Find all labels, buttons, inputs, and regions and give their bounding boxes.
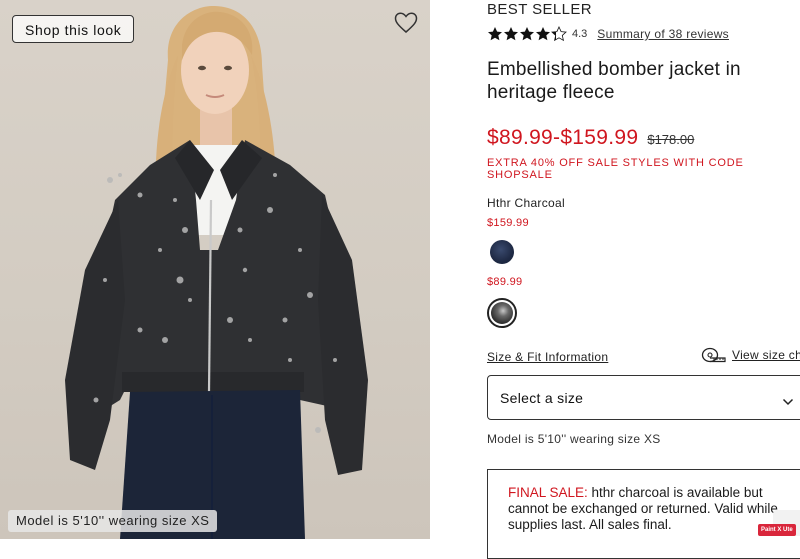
best-seller-badge: BEST SELLER	[487, 1, 593, 18]
model-size-caption: Model is 5'10'' wearing size XS	[8, 510, 218, 532]
swatch-price-navy: $159.99	[487, 217, 529, 229]
color-swatch-charcoal-selected[interactable]	[487, 298, 517, 328]
final-sale-text: FINAL SALE: hthr charcoal is available b…	[508, 485, 790, 533]
model-illustration	[65, 5, 368, 539]
measuring-tape-icon	[701, 347, 727, 363]
size-select-label: Select a size	[500, 390, 584, 406]
final-sale-notice: FINAL SALE: hthr charcoal is available b…	[487, 469, 800, 559]
size-chart-link-group[interactable]: View size chart	[701, 347, 800, 363]
rating-row: 4.3 Summary of 38 reviews	[487, 25, 729, 43]
product-image[interactable]: Shop this look Model is 5'10'' wearing s…	[0, 0, 430, 539]
sale-price-range: $89.99-$159.99	[487, 126, 639, 149]
shop-this-look-button[interactable]: Shop this look	[12, 15, 135, 43]
promo-message: EXTRA 40% OFF SALE STYLES WITH CODE SHOP…	[487, 157, 744, 181]
product-title: Embellished bomber jacket in heritage fl…	[487, 59, 741, 103]
final-sale-label: FINAL SALE:	[508, 485, 588, 500]
selected-color-label: Hthr Charcoal	[487, 196, 565, 210]
star-rating-icon	[487, 26, 569, 42]
price-row: $89.99-$159.99 $178.00	[487, 126, 694, 150]
wishlist-heart-icon[interactable]	[394, 12, 418, 34]
color-swatch-navy[interactable]	[490, 240, 514, 264]
view-size-chart-link[interactable]: View size chart	[732, 348, 800, 362]
original-price: $178.00	[647, 132, 695, 147]
paint-x-badge[interactable]: Paint X Ute	[758, 524, 796, 536]
reviews-summary-link[interactable]: Summary of 38 reviews	[597, 27, 729, 41]
size-select-dropdown[interactable]: Select a size	[487, 375, 800, 420]
size-fit-info-link[interactable]: Size & Fit Information	[487, 350, 608, 364]
rating-value: 4.3	[572, 28, 588, 40]
chevron-down-icon	[782, 393, 794, 411]
model-size-info: Model is 5'10'' wearing size XS	[487, 432, 661, 446]
swatch-price-charcoal: $89.99	[487, 276, 523, 288]
